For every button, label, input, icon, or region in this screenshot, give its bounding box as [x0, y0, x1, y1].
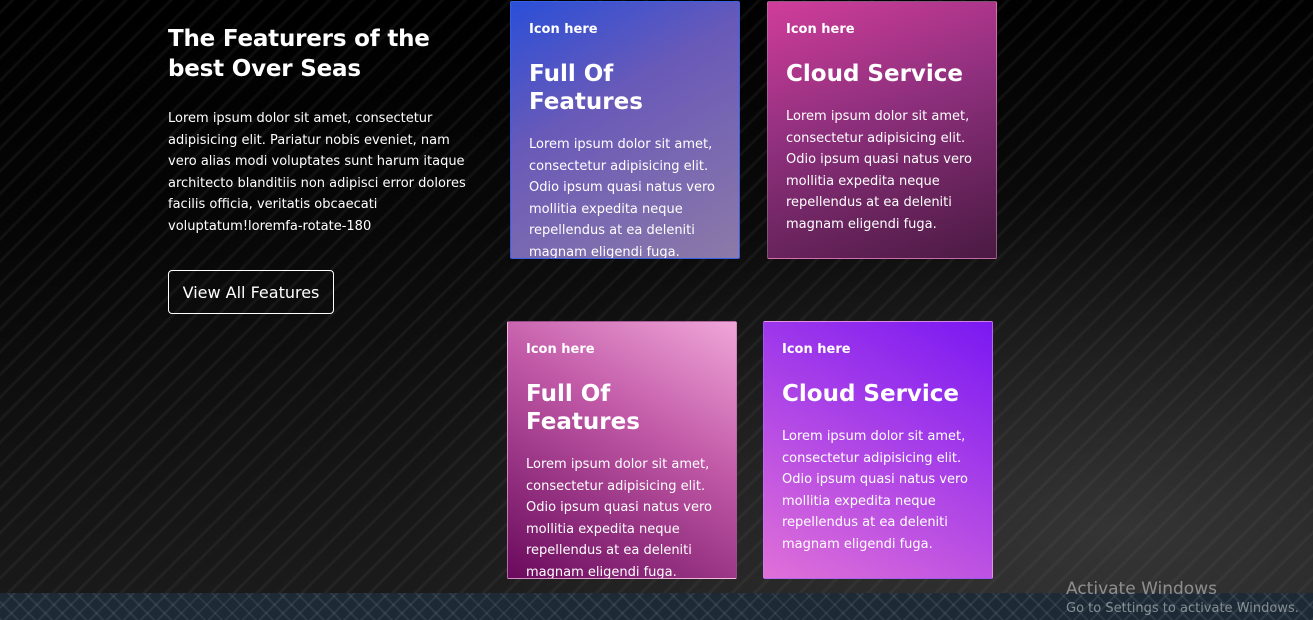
activation-watermark: Activate Windows Go to Settings to activ…	[1066, 578, 1299, 618]
watermark-title: Activate Windows	[1066, 579, 1217, 599]
card-title: Full Of Features	[529, 61, 643, 115]
card-text: Lorem ipsum dolor sit amet, consectetur …	[526, 457, 712, 579]
card-icon-placeholder: Icon here	[782, 342, 851, 357]
card-icon-placeholder: Icon here	[529, 22, 598, 37]
card-title: Cloud Service	[786, 61, 964, 87]
feature-card[interactable]: Icon here Full Of Features Lorem ipsum d…	[507, 321, 737, 579]
watermark-subtitle: Go to Settings to activate Windows.	[1066, 601, 1299, 616]
card-icon-placeholder: Icon here	[786, 22, 855, 37]
feature-card[interactable]: Icon here Cloud Service Lorem ipsum dolo…	[763, 321, 993, 579]
features-intro: The Featurers of the best Over Seas Lore…	[168, 24, 478, 237]
card-icon-placeholder: Icon here	[526, 342, 595, 357]
card-title: Cloud Service	[782, 381, 960, 407]
card-text: Lorem ipsum dolor sit amet, consectetur …	[782, 429, 968, 552]
feature-card[interactable]: Icon here Cloud Service Lorem ipsum dolo…	[767, 1, 997, 259]
card-title: Full Of Features	[526, 381, 640, 435]
feature-card[interactable]: Icon here Full Of Features Lorem ipsum d…	[510, 1, 740, 259]
card-text: Lorem ipsum dolor sit amet, consectetur …	[786, 109, 972, 232]
view-all-features-button[interactable]: View All Features	[168, 270, 334, 314]
section-title: The Featurers of the best Over Seas	[168, 26, 430, 82]
section-description: Lorem ipsum dolor sit amet, consectetur …	[168, 111, 466, 234]
card-text: Lorem ipsum dolor sit amet, consectetur …	[529, 137, 715, 259]
